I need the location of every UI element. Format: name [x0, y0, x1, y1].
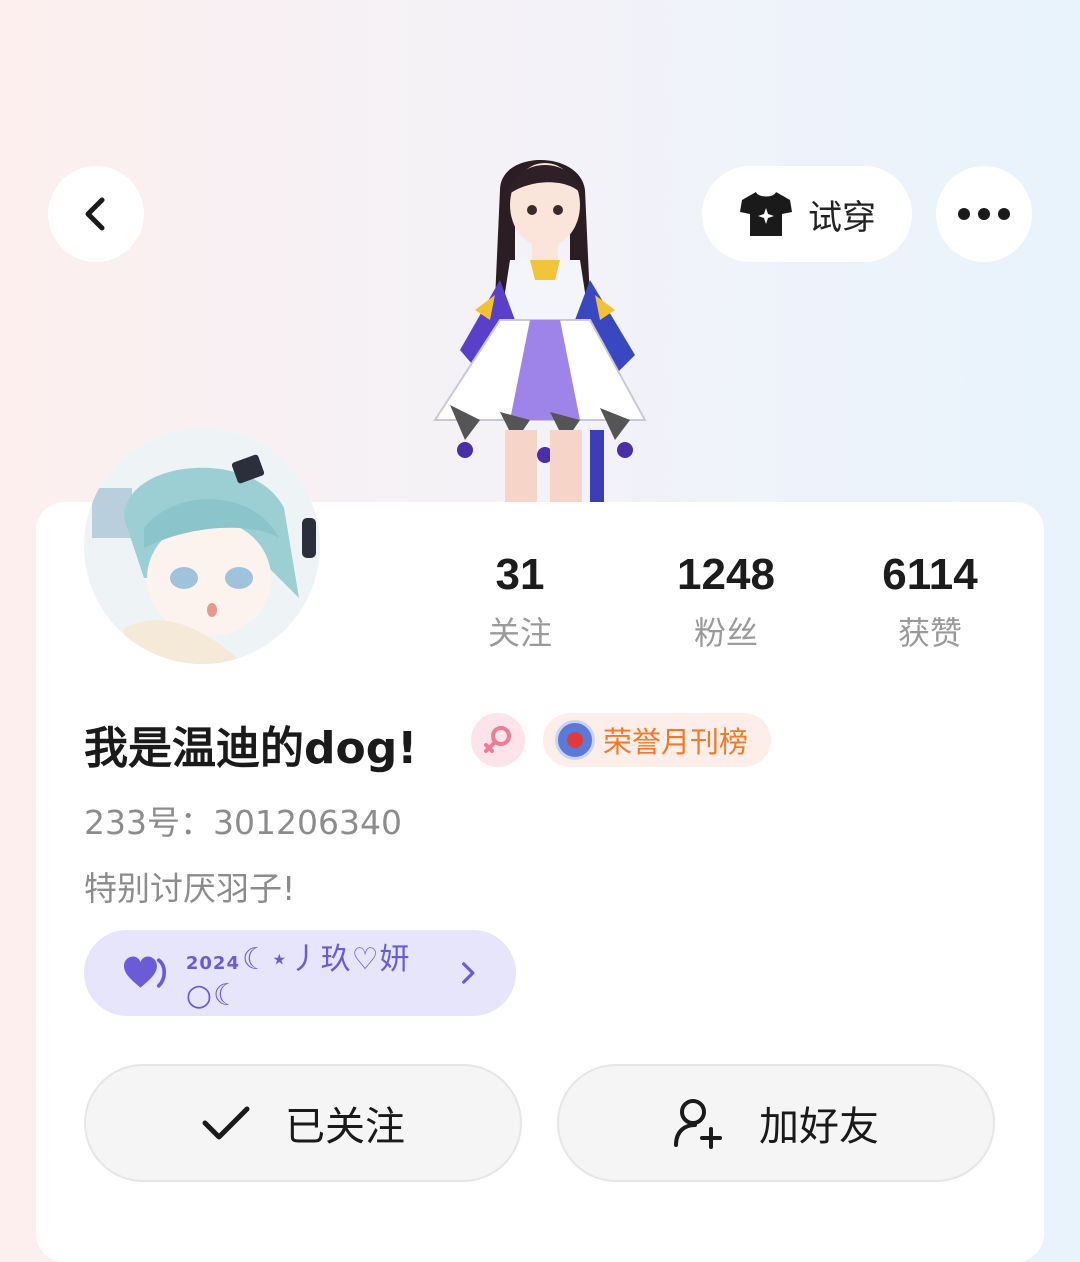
- more-button[interactable]: [936, 166, 1032, 262]
- cp-tag-text: 2024☾⋆丿玖♡妍○☾: [186, 934, 442, 1013]
- following-label: 关注: [487, 614, 552, 652]
- stat-fans[interactable]: 1248 粉丝: [636, 548, 816, 654]
- shirt-icon: [740, 192, 792, 236]
- likes-count: 6114: [882, 550, 978, 599]
- followed-label: 已关注: [285, 1104, 405, 1150]
- cp-year: 2024: [185, 952, 240, 974]
- add-friend-label: 加好友: [759, 1104, 879, 1150]
- user-name: 我是温迪的dog!: [84, 723, 418, 774]
- gender-badge: [471, 713, 525, 767]
- honor-badge[interactable]: 荣誉月刊榜: [543, 713, 771, 767]
- stats-row: 31 关注 1248 粉丝 6114 获赞: [440, 548, 1040, 658]
- honor-badge-label: 荣誉月刊榜: [603, 725, 749, 759]
- fans-label: 粉丝: [693, 614, 758, 652]
- cp-tag-button[interactable]: 2024☾⋆丿玖♡妍○☾: [84, 930, 516, 1016]
- user-bio: 特别讨厌羽子!: [84, 869, 296, 908]
- followed-button[interactable]: 已关注: [84, 1064, 522, 1182]
- add-user-icon: [674, 1099, 722, 1149]
- avatar-3d-character[interactable]: [420, 150, 660, 505]
- medal-icon: [555, 720, 595, 760]
- check-icon: [202, 1106, 250, 1140]
- more-icon: [958, 208, 1010, 220]
- user-id: 233号：301206340: [84, 803, 402, 842]
- try-on-button[interactable]: 试穿: [702, 166, 912, 262]
- chevron-right-icon: [461, 962, 474, 984]
- stat-following[interactable]: 31 关注: [430, 548, 610, 654]
- stat-likes[interactable]: 6114 获赞: [840, 548, 1020, 654]
- heart-icon: [124, 956, 167, 988]
- back-icon: [85, 197, 105, 231]
- female-icon: [484, 726, 511, 753]
- profile-avatar[interactable]: [84, 428, 320, 664]
- following-count: 31: [495, 550, 545, 599]
- back-button[interactable]: [48, 166, 144, 262]
- add-friend-button[interactable]: 加好友: [557, 1064, 995, 1182]
- likes-label: 获赞: [897, 614, 962, 652]
- avatar-illustration: [84, 428, 320, 664]
- fans-count: 1248: [677, 550, 775, 599]
- try-on-label: 试穿: [808, 197, 876, 238]
